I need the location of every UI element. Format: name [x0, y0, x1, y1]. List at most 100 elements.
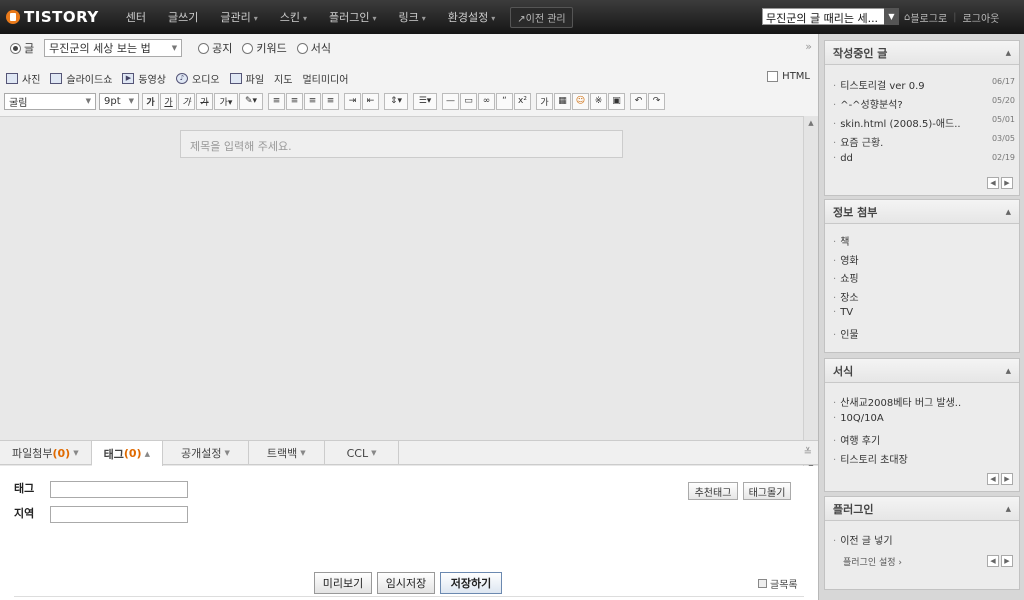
- media-photo[interactable]: 사진: [6, 71, 40, 86]
- draft-item[interactable]: skin.html (2008.5)-애드.. 05/01: [833, 115, 1015, 130]
- form-item[interactable]: 산새교2008베타 버그 발생..: [833, 394, 1015, 409]
- nav-center[interactable]: 센터: [115, 9, 157, 25]
- preview-button[interactable]: 미리보기: [314, 572, 372, 594]
- bold-button[interactable]: 가: [142, 92, 159, 110]
- superscript-icon[interactable]: x²: [514, 92, 531, 110]
- bg-color-button[interactable]: ✎▾: [239, 92, 263, 110]
- draft-item[interactable]: 티스토리걸 ver 0.9 06/17: [833, 77, 1015, 92]
- font-color-button[interactable]: 가▾: [214, 92, 238, 110]
- forms-header[interactable]: 서식 ▲: [825, 359, 1019, 383]
- region-input[interactable]: [50, 506, 188, 523]
- next-page-icon[interactable]: ▶: [1001, 555, 1013, 567]
- form-item[interactable]: 티스토리 초대장: [833, 451, 1015, 466]
- emoticon-icon[interactable]: ☺: [572, 92, 589, 110]
- draft-item[interactable]: 요즘 근황. 03/05: [833, 134, 1015, 149]
- blog-select[interactable]: 무진군의 글 때리는 세...: [762, 8, 899, 25]
- editor-scrollbar[interactable]: ▲ ▼: [803, 116, 818, 474]
- info-item[interactable]: 인물: [833, 326, 1015, 341]
- underline-button[interactable]: 가: [160, 92, 177, 110]
- tistory-logo[interactable]: TISTORY: [6, 8, 99, 26]
- table-icon[interactable]: ▦: [554, 92, 571, 110]
- info-item[interactable]: 영화: [833, 252, 1015, 267]
- temp-save-button[interactable]: 임시저장: [377, 572, 435, 594]
- content-editor[interactable]: 제목을 입력해 주세요.: [0, 116, 803, 474]
- line-height-button[interactable]: ⇕▾: [384, 92, 408, 110]
- plugin-item[interactable]: 이전 글 넣기: [833, 532, 1015, 547]
- tab-visibility[interactable]: 공개설정 ▼: [163, 441, 249, 465]
- form-item[interactable]: 여행 후기: [833, 432, 1015, 447]
- save-icon[interactable]: ▣: [608, 92, 625, 110]
- italic-button[interactable]: 가: [178, 92, 195, 110]
- category-select[interactable]: 무진군의 세상 보는 법 ▼: [44, 39, 183, 57]
- media-video[interactable]: ▶ 동영상: [122, 71, 166, 86]
- collapse-icon[interactable]: »: [805, 40, 812, 53]
- nav-settings[interactable]: 환경설정 ▾: [437, 9, 507, 25]
- outdent-icon[interactable]: ⇤: [362, 92, 379, 110]
- quote-icon[interactable]: “: [496, 92, 513, 110]
- info-item[interactable]: 책: [833, 233, 1015, 248]
- tag-input[interactable]: [50, 481, 188, 498]
- title-input[interactable]: 제목을 입력해 주세요.: [180, 130, 623, 158]
- prev-page-icon[interactable]: ◀: [987, 177, 999, 189]
- align-right-icon[interactable]: ≡: [304, 92, 321, 110]
- media-slideshow[interactable]: 슬라이드쇼: [50, 71, 112, 86]
- prev-manage-button[interactable]: ↗이전 관리: [510, 6, 573, 28]
- prev-page-icon[interactable]: ◀: [987, 555, 999, 567]
- nav-plugin[interactable]: 플러그인 ▾: [318, 9, 388, 25]
- draft-item[interactable]: ^-^성향분석? 05/20: [833, 96, 1015, 111]
- info-header[interactable]: 정보 첨부 ▲: [825, 200, 1019, 224]
- media-audio[interactable]: ♪ 오디오: [176, 71, 220, 86]
- media-multimedia[interactable]: 멀티미디어: [302, 71, 348, 86]
- font-select[interactable]: 굴림 ▼: [4, 92, 96, 110]
- draft-item[interactable]: dd 02/19: [833, 153, 1015, 164]
- next-page-icon[interactable]: ▶: [1001, 177, 1013, 189]
- tab-ccl[interactable]: CCL ▼: [325, 441, 400, 465]
- prev-page-icon[interactable]: ◀: [987, 473, 999, 485]
- box-icon[interactable]: ▭: [460, 92, 477, 110]
- tag-browse-button[interactable]: 태그몰기: [743, 482, 791, 500]
- logout-link[interactable]: 로그아웃: [963, 10, 1000, 25]
- type-keyword-radio[interactable]: 키워드: [242, 40, 287, 56]
- undo-icon[interactable]: ↶: [630, 92, 647, 110]
- post-list-link[interactable]: 글목록: [758, 576, 798, 591]
- hr-icon[interactable]: —: [442, 92, 459, 110]
- align-left-icon[interactable]: ≡: [268, 92, 285, 110]
- text-box-icon[interactable]: 가: [536, 92, 553, 110]
- size-select[interactable]: 9pt ▼: [99, 92, 139, 110]
- tab-attachments[interactable]: 파일첨부 (0) ▼: [0, 441, 92, 465]
- form-item[interactable]: 10Q/10A: [833, 413, 1015, 424]
- strike-button[interactable]: 가: [196, 92, 213, 110]
- align-center-icon[interactable]: ≡: [286, 92, 303, 110]
- scroll-up-icon[interactable]: ▲: [804, 116, 818, 130]
- chevron-down-icon[interactable]: ▼: [884, 8, 899, 25]
- align-justify-icon[interactable]: ≡: [322, 92, 339, 110]
- nav-skin[interactable]: 스킨 ▾: [269, 9, 318, 25]
- recommend-tag-button[interactable]: 추천태그: [688, 482, 738, 500]
- info-item[interactable]: 장소: [833, 289, 1015, 304]
- html-mode-checkbox[interactable]: HTML: [767, 71, 810, 82]
- special-char-icon[interactable]: ※: [590, 92, 607, 110]
- nav-post-manage[interactable]: 글관리 ▾: [209, 9, 268, 25]
- next-page-icon[interactable]: ▶: [1001, 473, 1013, 485]
- drafts-header[interactable]: 작성중인 글 ▲: [825, 41, 1019, 65]
- nav-link[interactable]: 링크 ▾: [387, 9, 436, 25]
- media-map[interactable]: 지도: [274, 71, 292, 86]
- type-post-radio[interactable]: 글: [10, 40, 34, 56]
- link-icon[interactable]: ∞: [478, 92, 495, 110]
- tab-tags[interactable]: 태그 (0) ▲: [91, 441, 163, 466]
- indent-icon[interactable]: ⇥: [344, 92, 361, 110]
- info-item[interactable]: TV: [833, 307, 1015, 318]
- plugin-settings-link[interactable]: 플러그인 설정 ›: [843, 555, 902, 568]
- info-item[interactable]: 쇼핑: [833, 270, 1015, 285]
- save-button[interactable]: 저장하기: [440, 572, 502, 594]
- to-blog-link[interactable]: 블로그로: [910, 10, 947, 25]
- type-form-radio[interactable]: 서식: [296, 40, 331, 56]
- redo-icon[interactable]: ↷: [648, 92, 665, 110]
- type-notice-radio[interactable]: 공지: [198, 40, 232, 56]
- media-file[interactable]: 파일: [229, 71, 264, 86]
- nav-write[interactable]: 글쓰기: [157, 9, 209, 25]
- list-button[interactable]: ☰▾: [413, 92, 437, 110]
- plugins-header[interactable]: 플러그인 ▲: [825, 497, 1019, 521]
- tab-trackback[interactable]: 트랙백 ▼: [249, 441, 325, 465]
- collapse-icon[interactable]: ≚: [804, 447, 812, 458]
